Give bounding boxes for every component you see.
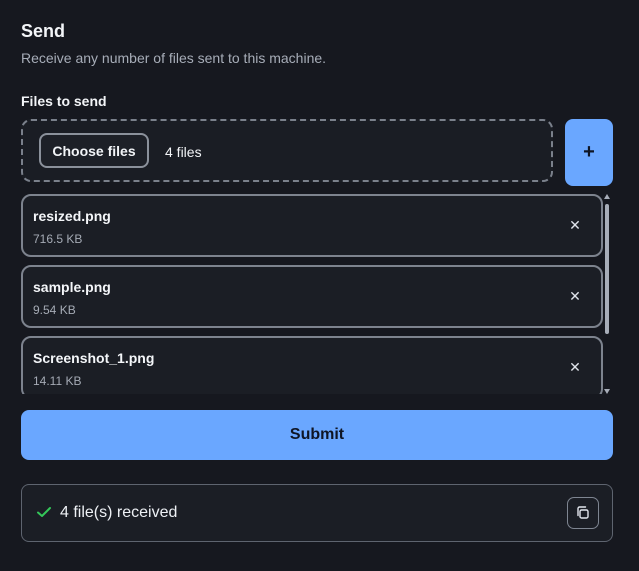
scroll-thumb[interactable] xyxy=(605,204,609,334)
file-item: sample.png 9.54 KB ✕ xyxy=(21,265,603,328)
check-icon xyxy=(37,507,51,517)
scroll-up-arrow-icon[interactable] xyxy=(604,194,610,199)
file-size: 9.54 KB xyxy=(33,303,76,317)
scroll-down-arrow-icon[interactable] xyxy=(604,389,610,394)
remove-file-button[interactable]: ✕ xyxy=(567,217,583,233)
file-name: resized.png xyxy=(33,208,111,224)
remove-file-button[interactable]: ✕ xyxy=(567,288,583,304)
plus-icon: + xyxy=(583,141,595,163)
file-name: sample.png xyxy=(33,279,111,295)
selected-files-count: 4 files xyxy=(165,144,202,160)
file-list-scrollbar[interactable] xyxy=(604,194,612,394)
add-files-button[interactable]: + xyxy=(565,119,613,186)
file-list: resized.png 716.5 KB ✕ sample.png 9.54 K… xyxy=(21,194,603,394)
choose-files-button[interactable]: Choose files xyxy=(39,133,149,168)
copy-status-button[interactable] xyxy=(567,497,599,529)
file-item: Screenshot_1.png 14.11 KB ✕ xyxy=(21,336,603,394)
close-icon: ✕ xyxy=(569,287,581,304)
page-subtitle: Receive any number of files sent to this… xyxy=(21,50,327,66)
file-dropzone[interactable]: Choose files 4 files xyxy=(21,119,553,182)
remove-file-button[interactable]: ✕ xyxy=(567,359,583,375)
file-item: resized.png 716.5 KB ✕ xyxy=(21,194,603,257)
close-icon: ✕ xyxy=(569,216,581,233)
copy-icon xyxy=(577,506,589,519)
status-text: 4 file(s) received xyxy=(60,504,178,521)
file-name: Screenshot_1.png xyxy=(33,350,155,366)
status-box: 4 file(s) received xyxy=(21,484,613,542)
file-size: 716.5 KB xyxy=(33,232,83,246)
page-title: Send xyxy=(21,21,66,41)
files-to-send-label: Files to send xyxy=(21,93,107,109)
close-icon: ✕ xyxy=(569,358,581,375)
submit-button[interactable]: Submit xyxy=(21,410,613,460)
file-size: 14.11 KB xyxy=(33,374,82,388)
